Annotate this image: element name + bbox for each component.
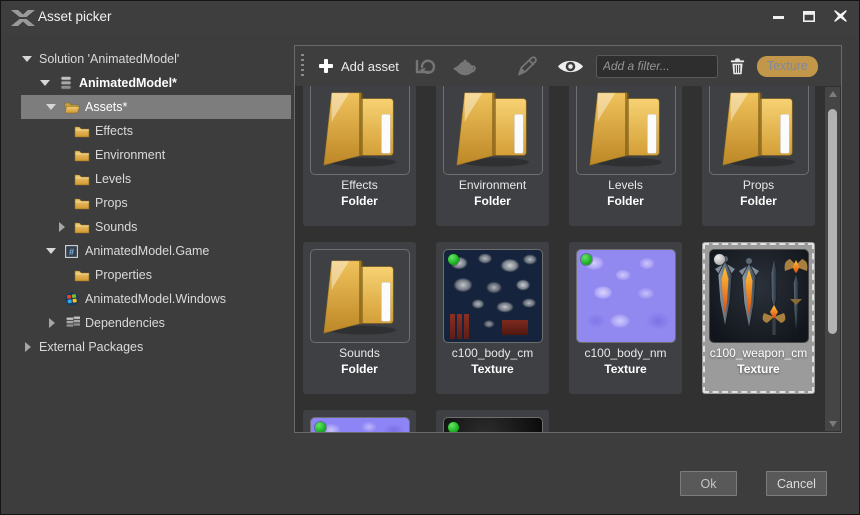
- status-dot-icon: [448, 422, 459, 432]
- weapons-texture-image: [710, 251, 808, 341]
- texture-thumbnail: [576, 249, 676, 343]
- vertical-scrollbar[interactable]: [825, 87, 840, 431]
- folder-icon: [316, 255, 404, 337]
- folder-icon: [73, 172, 90, 186]
- teapot-button[interactable]: [449, 54, 482, 78]
- tree-item-effects[interactable]: Effects: [21, 119, 291, 143]
- pencil-icon: [516, 56, 540, 77]
- import-icon: [414, 56, 437, 76]
- tree-item-animatedmodel-windows[interactable]: AnimatedModel.Windows: [21, 287, 291, 311]
- tree-item-animatedmodel-game[interactable]: # AnimatedModel.Game: [21, 239, 291, 263]
- cancel-button[interactable]: Cancel: [766, 471, 827, 496]
- tree-item-dependencies[interactable]: Dependencies: [21, 311, 291, 335]
- filter-tag-texture[interactable]: Texture: [757, 56, 818, 77]
- asset-tile-sounds[interactable]: Sounds Folder: [303, 242, 416, 394]
- tree-item-sounds[interactable]: Sounds: [21, 215, 291, 239]
- status-dot-icon: [448, 254, 459, 265]
- folder-icon: [449, 87, 537, 169]
- folder-thumbnail: [709, 86, 809, 175]
- tree-item-external-packages[interactable]: External Packages: [21, 335, 291, 359]
- toolbar-grip[interactable]: [301, 54, 304, 78]
- folder-thumbnail: [443, 86, 543, 175]
- ok-button[interactable]: Ok: [680, 471, 737, 496]
- asset-picker-dialog: Asset picker Solution 'AnimatedModel' An…: [0, 0, 860, 515]
- scroll-down-icon[interactable]: [825, 417, 840, 431]
- window-controls: [771, 9, 847, 23]
- tree-item-properties[interactable]: Properties: [21, 263, 291, 287]
- tree-item-levels[interactable]: Levels: [21, 167, 291, 191]
- tree-item-assets[interactable]: Assets*: [21, 95, 291, 119]
- folder-icon: [73, 148, 90, 162]
- asset-tile-partial-2[interactable]: [436, 410, 549, 432]
- expand-icon[interactable]: [21, 340, 35, 354]
- trash-icon: [730, 58, 745, 75]
- tree-item-animatedmodel[interactable]: AnimatedModel*: [21, 71, 291, 95]
- folder-open-icon: [63, 100, 80, 114]
- asset-tile-levels[interactable]: Levels Folder: [569, 86, 682, 226]
- stride-logo-icon: [10, 8, 36, 28]
- asset-tile-c100-body-cm[interactable]: c100_body_cm Texture: [436, 242, 549, 394]
- asset-panel: Add asset: [294, 45, 842, 433]
- status-dot-icon: [315, 422, 326, 432]
- status-dot-icon: [581, 254, 592, 265]
- edit-button[interactable]: [513, 54, 543, 79]
- folder-icon: [316, 87, 404, 169]
- asset-tile-c100-weapon-cm[interactable]: c100_weapon_cm Texture: [702, 242, 815, 394]
- title-bar[interactable]: Asset picker: [1, 1, 859, 35]
- collapse-icon[interactable]: [45, 100, 59, 114]
- close-icon[interactable]: [833, 9, 847, 23]
- asset-tile-partial-1[interactable]: [303, 410, 416, 432]
- import-asset-button[interactable]: [411, 54, 440, 78]
- texture-thumbnail: [310, 417, 410, 432]
- add-asset-button[interactable]: Add asset: [315, 56, 402, 76]
- texture-thumbnail: [443, 417, 543, 432]
- folder-icon: [715, 87, 803, 169]
- expand-icon[interactable]: [55, 220, 69, 234]
- clear-filter-button[interactable]: [727, 56, 748, 77]
- folder-icon: [73, 124, 90, 138]
- filter-input[interactable]: [596, 55, 718, 78]
- asset-grid: Effects Folder Environment Folder Levels…: [295, 86, 824, 432]
- tree-item-environment[interactable]: Environment: [21, 143, 291, 167]
- texture-thumbnail: [709, 249, 809, 343]
- collapse-icon[interactable]: [45, 244, 59, 258]
- folder-thumbnail: [310, 86, 410, 175]
- tree-item-props[interactable]: Props: [21, 191, 291, 215]
- solution-tree: Solution 'AnimatedModel' AnimatedModel* …: [21, 47, 291, 359]
- teapot-icon: [452, 56, 479, 76]
- asset-tile-c100-body-nm[interactable]: c100_body_nm Texture: [569, 242, 682, 394]
- view-options-button[interactable]: [554, 56, 587, 77]
- collapse-icon[interactable]: [39, 76, 53, 90]
- folder-thumbnail: [310, 249, 410, 343]
- windows-icon: [63, 292, 80, 306]
- folder-icon: [73, 268, 90, 282]
- window-title: Asset picker: [38, 9, 112, 24]
- asset-tile-effects[interactable]: Effects Folder: [303, 86, 416, 226]
- asset-toolbar: Add asset: [295, 46, 841, 86]
- plus-icon: [318, 58, 334, 74]
- maximize-icon[interactable]: [802, 9, 816, 23]
- minimize-icon[interactable]: [771, 9, 785, 23]
- collapse-icon[interactable]: [21, 52, 35, 66]
- scrollbar-thumb[interactable]: [828, 109, 837, 334]
- folder-icon: [582, 87, 670, 169]
- expand-icon[interactable]: [45, 316, 59, 330]
- folder-icon: [73, 196, 90, 210]
- status-dot-icon: [714, 254, 725, 265]
- asset-tile-environment[interactable]: Environment Folder: [436, 86, 549, 226]
- folder-icon: [73, 220, 90, 234]
- asset-tile-props[interactable]: Props Folder: [702, 86, 815, 226]
- csharp-project-icon: #: [63, 245, 80, 258]
- tree-item-solution[interactable]: Solution 'AnimatedModel': [21, 47, 291, 71]
- folder-thumbnail: [576, 86, 676, 175]
- references-icon: [63, 316, 80, 330]
- svg-text:#: #: [69, 246, 74, 256]
- scroll-up-icon[interactable]: [825, 87, 840, 101]
- eye-icon: [557, 58, 584, 75]
- texture-thumbnail: [443, 249, 543, 343]
- package-icon: [57, 76, 74, 90]
